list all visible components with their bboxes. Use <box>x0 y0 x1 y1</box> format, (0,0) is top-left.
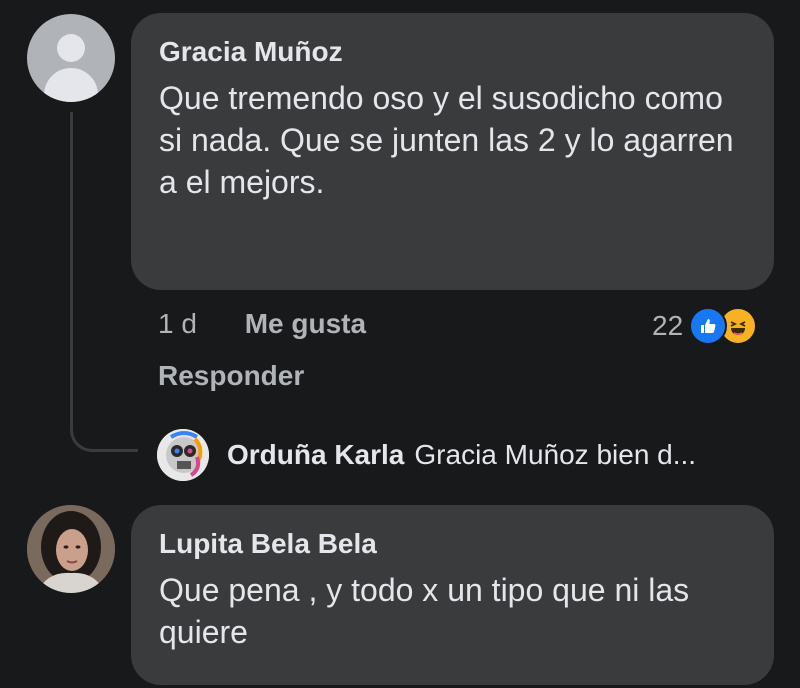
comment-author[interactable]: Lupita Bela Bela <box>159 527 746 561</box>
reaction-count: 22 <box>652 310 684 341</box>
comment-actions: 1 d Me gusta <box>158 308 366 340</box>
like-button[interactable]: Me gusta <box>245 308 366 340</box>
comment-timestamp[interactable]: 1 d <box>158 308 197 340</box>
default-avatar-icon[interactable] <box>27 14 115 102</box>
reply-text: Gracia Muñoz bien d... <box>414 439 697 470</box>
reply-preview[interactable]: Orduña Karla Gracia Muñoz bien d... <box>157 429 697 481</box>
reply-author-avatar[interactable] <box>157 429 209 481</box>
comment-author[interactable]: Gracia Muñoz <box>159 35 746 69</box>
comment-text: Que pena , y todo x un tipo que ni las q… <box>159 572 690 650</box>
comment-text: Que tremendo oso y el susodicho como si … <box>159 80 734 200</box>
reaction-summary[interactable]: 22 <box>652 306 758 346</box>
reply-button[interactable]: Responder <box>158 360 304 392</box>
like-icon <box>689 307 728 345</box>
reply-thread-line <box>70 112 138 452</box>
comment-bubble: Lupita Bela Bela Que pena , y todo x un … <box>131 505 774 685</box>
avatar-head-shape <box>57 34 85 62</box>
reply-author[interactable]: Orduña Karla <box>227 439 404 471</box>
comment-bubble: Gracia Muñoz Que tremendo oso y el susod… <box>131 13 774 290</box>
user-avatar[interactable] <box>27 505 115 593</box>
avatar-body-shape <box>44 68 98 102</box>
